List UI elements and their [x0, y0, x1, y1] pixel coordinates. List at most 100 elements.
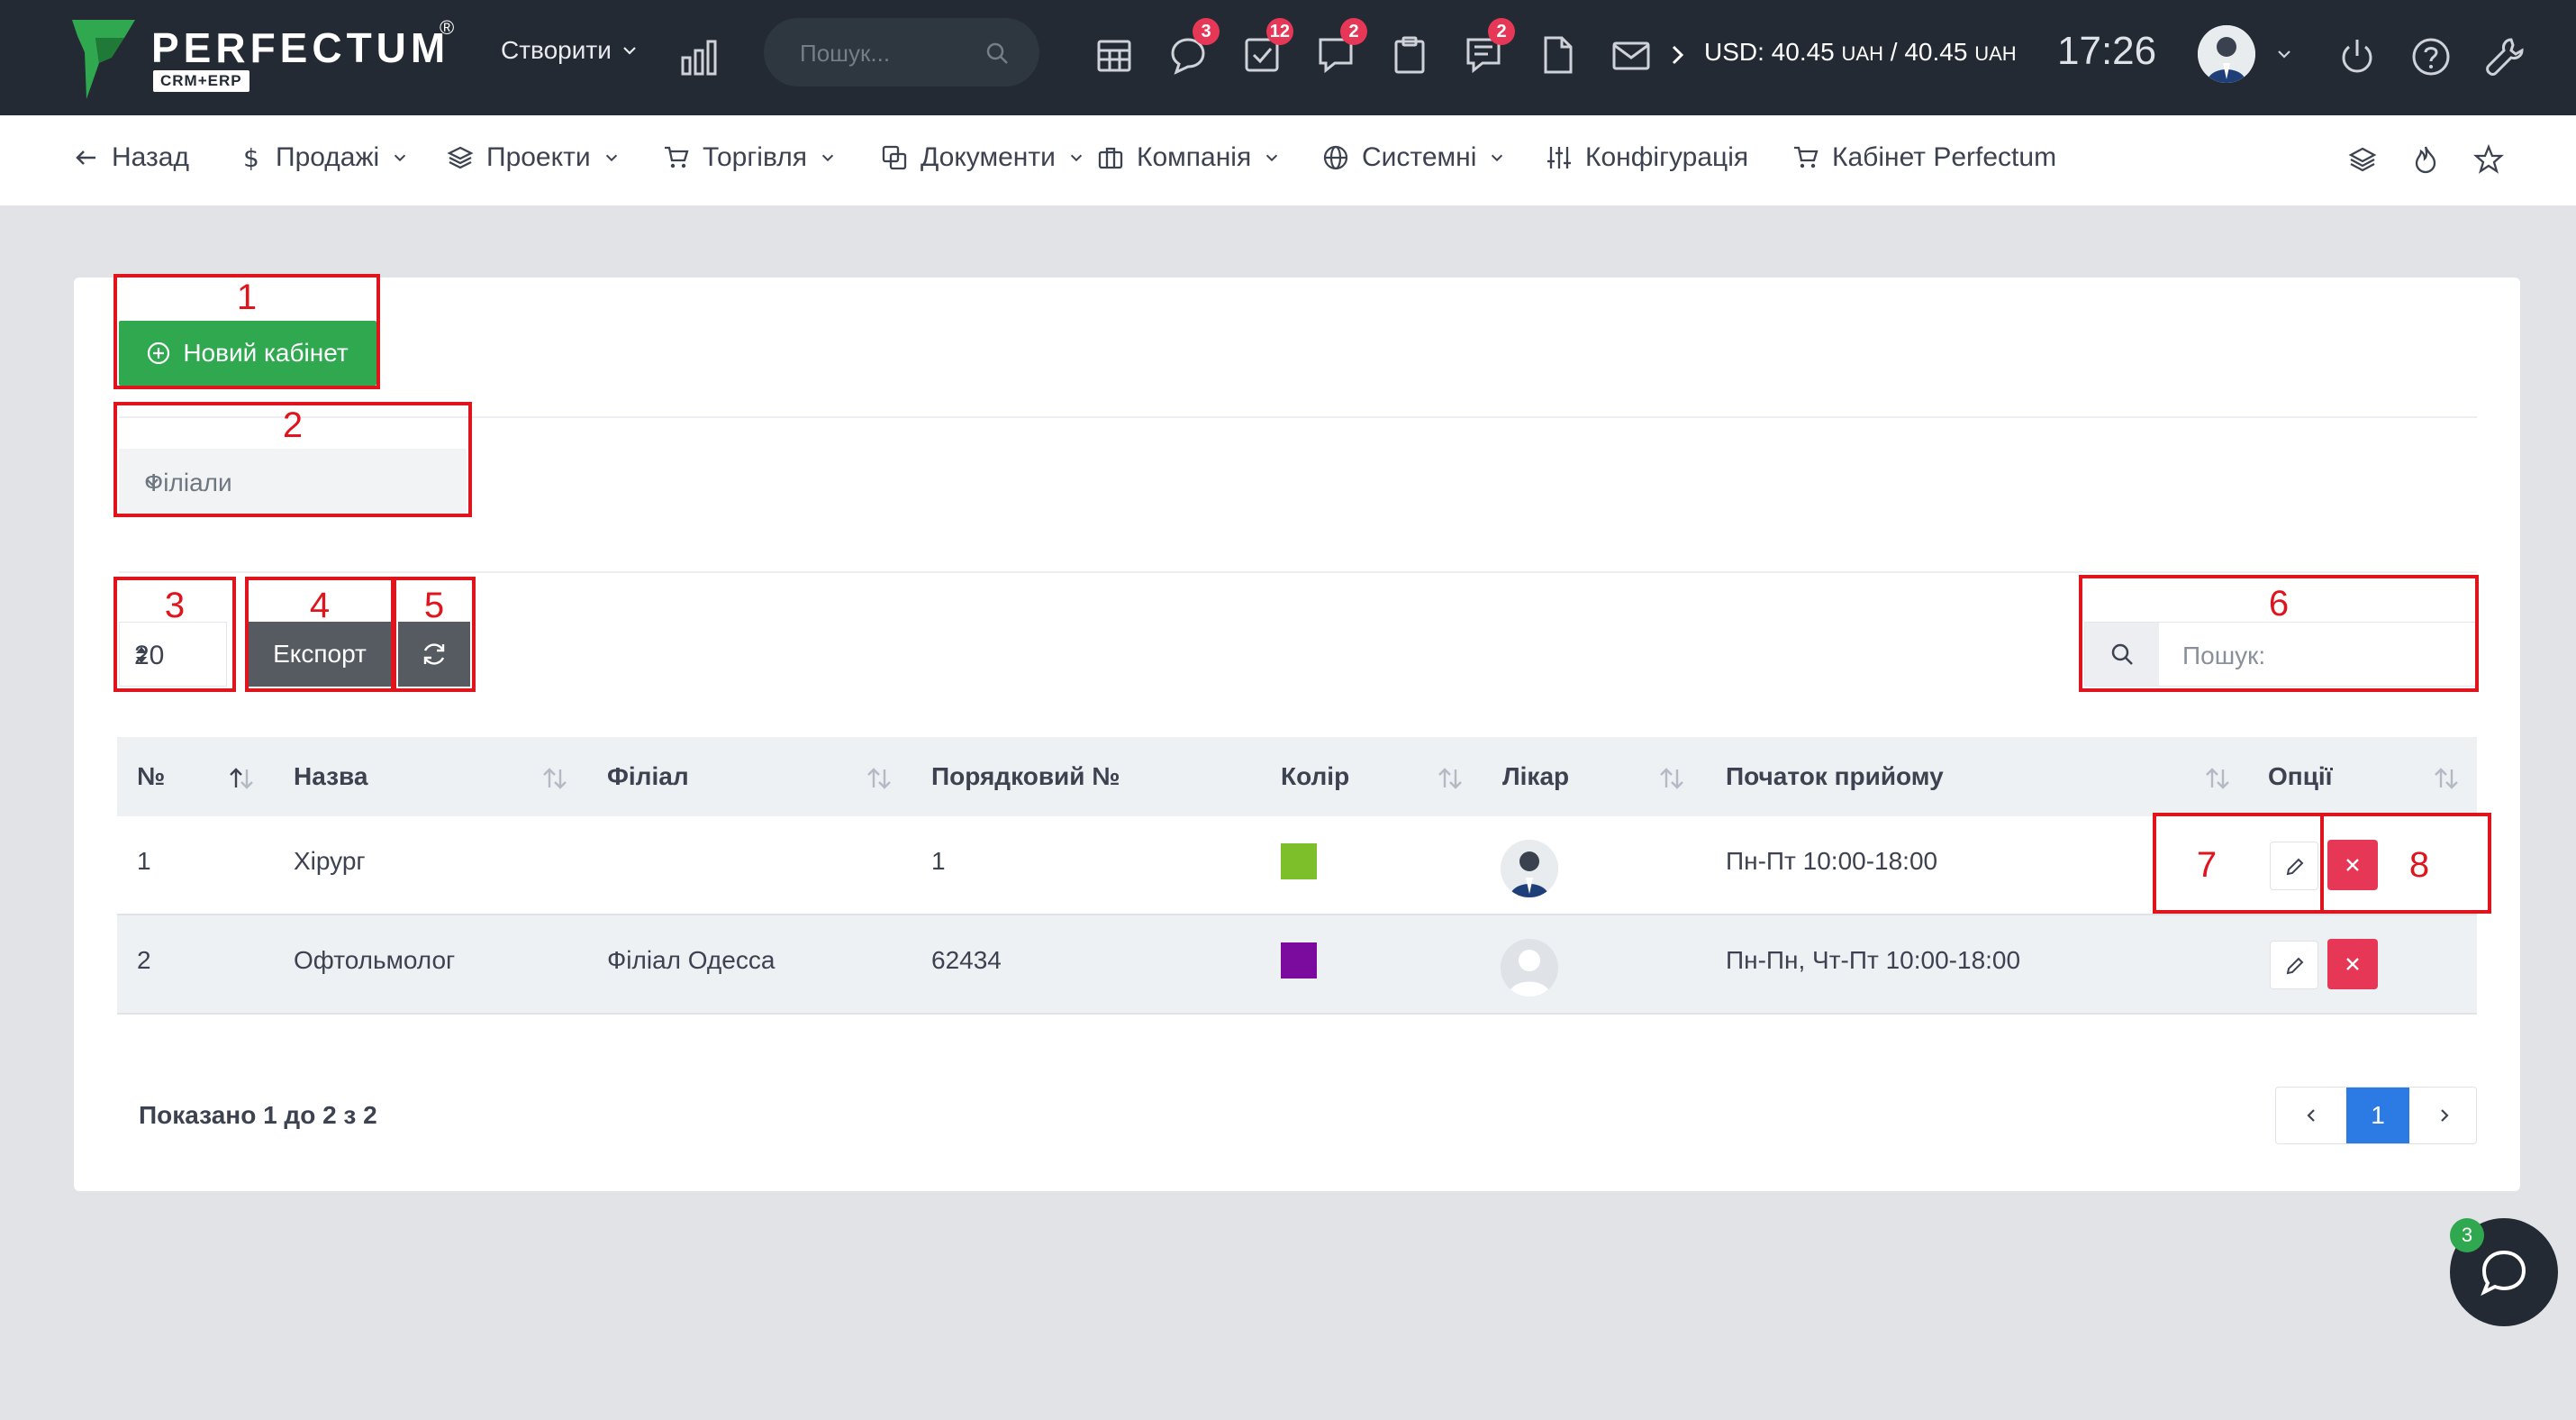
annotation-number-4: 4 [309, 586, 331, 625]
th-schedule[interactable]: Початок прийому [1726, 762, 1944, 791]
search-icon [985, 41, 1009, 65]
notes-icon[interactable]: 2 [1463, 18, 1515, 76]
close-icon [2344, 955, 2362, 973]
layers-icon[interactable] [2347, 144, 2378, 175]
sort-icon[interactable] [540, 766, 569, 791]
th-order[interactable]: Порядковий № [931, 762, 1120, 791]
nav-documents[interactable]: Документи [881, 142, 1084, 173]
chevron-right-icon[interactable] [1666, 40, 1690, 70]
nav-projects[interactable]: Проекти [447, 142, 620, 173]
clock: 17:26 [2057, 29, 2157, 73]
chevron-down-icon [392, 150, 408, 166]
chevron-down-icon [621, 41, 639, 59]
fire-icon[interactable] [2410, 144, 2441, 175]
currency-unit-1: UAH [1841, 42, 1883, 65]
edit-button[interactable] [2270, 941, 2318, 989]
discussion-icon[interactable]: 2 [1315, 18, 1367, 76]
sort-icon[interactable] [1657, 766, 1686, 791]
chevron-down-icon [1264, 150, 1280, 166]
annotation-number-7: 7 [2196, 845, 2218, 885]
nav-sales-label: Продажі [276, 142, 380, 172]
cell-number: 2 [137, 946, 151, 974]
create-menu-button[interactable]: Створити [501, 36, 639, 65]
th-color[interactable]: Колір [1281, 762, 1349, 791]
th-branch[interactable]: Філіал [607, 762, 689, 791]
annotation-number-3: 3 [164, 586, 186, 625]
nav-back[interactable]: Назад [72, 142, 189, 173]
table-row: 1 Хірург 1 Пн-Пт 10:00-18:00 [117, 816, 2477, 915]
currency-value-1: USD: 40.45 [1704, 38, 1835, 66]
cart-icon [663, 144, 690, 171]
chat-badge: 3 [2450, 1218, 2484, 1252]
create-label: Створити [501, 36, 612, 64]
notification-badge: 3 [1193, 18, 1220, 45]
nav-back-label: Назад [112, 142, 189, 172]
annotation-number-2: 2 [282, 405, 304, 445]
sort-icon[interactable] [2203, 766, 2232, 791]
logo-registered: ® [440, 16, 455, 39]
calendar-icon[interactable] [1093, 34, 1135, 76]
cell-schedule: Пн-Пн, Чт-Пт 10:00-18:00 [1726, 946, 2021, 974]
pagination-current-page[interactable]: 1 [2346, 1088, 2409, 1143]
mail-icon[interactable] [1610, 34, 1652, 76]
chevron-left-icon [2303, 1107, 2319, 1124]
table-info: Показано 1 до 2 з 2 [139, 1101, 377, 1129]
pagination-next[interactable] [2409, 1088, 2476, 1143]
sort-asc-icon[interactable] [227, 766, 256, 791]
table-header: № Назва Філіал Порядковий № Колір Лікар … [117, 737, 2477, 818]
nav-config[interactable]: Конфігурація [1546, 142, 1748, 173]
global-search[interactable] [764, 18, 1039, 86]
user-avatar[interactable] [2198, 25, 2255, 83]
nav-company-label: Компанія [1137, 142, 1252, 172]
logo-mark-icon [72, 20, 135, 99]
nav-trade[interactable]: Торгівля [663, 142, 836, 173]
bar-chart-icon[interactable] [679, 38, 719, 77]
global-search-input[interactable] [798, 34, 982, 72]
nav-system[interactable]: Системні [1322, 142, 1505, 173]
divider [119, 416, 2477, 418]
th-doctor[interactable]: Лікар [1502, 762, 1569, 791]
cell-schedule: Пн-Пт 10:00-18:00 [1726, 847, 1938, 875]
arrow-left-icon [72, 144, 99, 171]
globe-icon [1322, 144, 1349, 171]
power-icon[interactable] [2336, 36, 2378, 77]
chevron-down-icon [603, 150, 620, 166]
cell-name: Офтольмолог [294, 946, 456, 974]
nav-cabinet[interactable]: Кабінет Perfectum [1792, 142, 2056, 173]
help-icon[interactable] [2410, 36, 2452, 77]
tasks-check-icon[interactable]: 12 [1241, 18, 1293, 76]
sort-icon[interactable] [1436, 766, 1465, 791]
notification-badge: 12 [1265, 18, 1293, 45]
chat-widget-button[interactable]: 3 [2450, 1218, 2558, 1326]
nav-company[interactable]: Компанія [1097, 142, 1280, 173]
svg-text:$: $ [243, 144, 259, 171]
th-options[interactable]: Опції [2268, 762, 2333, 791]
logo[interactable]: PERFECTUM ® CRM+ERP [72, 16, 468, 99]
file-icon[interactable] [1537, 34, 1578, 76]
logo-wordmark: PERFECTUM [151, 24, 450, 71]
pagination-prev[interactable] [2276, 1088, 2346, 1143]
copy-icon [881, 144, 908, 171]
sort-icon[interactable] [865, 766, 893, 791]
chevron-down-icon[interactable] [2275, 45, 2293, 63]
th-number[interactable]: № [137, 762, 165, 791]
sort-icon[interactable] [2432, 766, 2461, 791]
main-nav: Назад $ Продажі Проекти Торгівля Докумен… [0, 115, 2576, 205]
dollar-icon: $ [236, 144, 263, 171]
chevron-down-icon [820, 150, 836, 166]
star-icon[interactable] [2473, 144, 2504, 175]
nav-config-label: Конфігурація [1585, 142, 1749, 172]
chat-bubble-icon[interactable]: 3 [1167, 18, 1220, 76]
delete-button[interactable] [2327, 939, 2378, 989]
clipboard-icon[interactable] [1389, 34, 1430, 76]
annotation-number-1: 1 [236, 278, 258, 317]
chevron-down-icon [1068, 150, 1084, 166]
nav-sales[interactable]: $ Продажі [236, 142, 408, 173]
briefcase-icon [1097, 144, 1124, 171]
th-name[interactable]: Назва [294, 762, 367, 791]
wrench-icon[interactable] [2484, 36, 2526, 77]
layers-icon [447, 144, 474, 171]
color-swatch [1281, 942, 1317, 979]
cell-number: 1 [137, 847, 151, 875]
cell-branch: Філіал Одесса [607, 946, 776, 974]
